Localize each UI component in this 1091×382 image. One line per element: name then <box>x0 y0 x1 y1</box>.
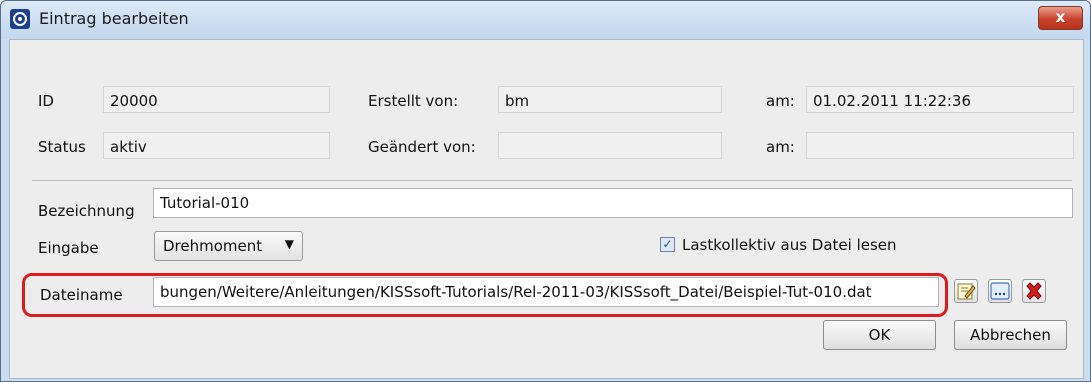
changed-at-field <box>806 132 1074 159</box>
created-at-label: am: <box>766 92 795 110</box>
window-title: Eintrag bearbeiten <box>39 9 189 28</box>
close-button[interactable]: x <box>1038 6 1083 30</box>
id-field: 20000 <box>103 86 330 113</box>
delete-icon <box>1026 282 1042 300</box>
dateiname-label: Dateiname <box>40 286 123 304</box>
title-bar: Eintrag bearbeiten x <box>1 1 1090 39</box>
dialog-content: ID 20000 Erstellt von: bm am: 01.02.2011… <box>9 39 1084 379</box>
status-field: aktiv <box>103 132 330 159</box>
close-icon: x <box>1055 8 1066 26</box>
cancel-button[interactable]: Abbrechen <box>954 320 1067 350</box>
changed-by-field <box>498 132 722 159</box>
bezeichnung-label: Bezeichnung <box>38 202 135 220</box>
edit-file-icon <box>957 283 976 300</box>
status-label: Status <box>38 138 86 156</box>
ok-button[interactable]: OK <box>823 320 936 350</box>
eingabe-selected-value: Drehmoment <box>163 237 263 255</box>
browse-button[interactable] <box>988 279 1012 303</box>
browse-icon <box>990 282 1010 300</box>
dateiname-input[interactable]: bungen/Weitere/Anleitungen/KISSsoft-Tuto… <box>153 277 939 307</box>
changed-by-label: Geändert von: <box>368 138 476 156</box>
app-icon <box>10 9 30 29</box>
id-label: ID <box>38 92 54 110</box>
bezeichnung-input[interactable]: Tutorial-010 <box>153 188 1073 218</box>
created-by-field: bm <box>498 86 722 113</box>
dialog-window: Eintrag bearbeiten x ID 20000 Erstellt v… <box>0 0 1091 382</box>
created-by-label: Erstellt von: <box>368 92 459 110</box>
lastkollektiv-label[interactable]: Lastkollektiv aus Datei lesen <box>682 236 897 254</box>
eingabe-label: Eingabe <box>38 239 99 257</box>
eingabe-dropdown[interactable]: Drehmoment ▼ <box>154 231 303 261</box>
separator <box>32 180 1072 181</box>
delete-button[interactable] <box>1022 279 1046 303</box>
edit-file-button[interactable] <box>954 279 978 303</box>
changed-at-label: am: <box>766 138 795 156</box>
lastkollektiv-checkbox[interactable]: ✓ <box>660 237 675 252</box>
created-at-field: 01.02.2011 11:22:36 <box>806 86 1074 113</box>
chevron-down-icon: ▼ <box>284 237 294 251</box>
